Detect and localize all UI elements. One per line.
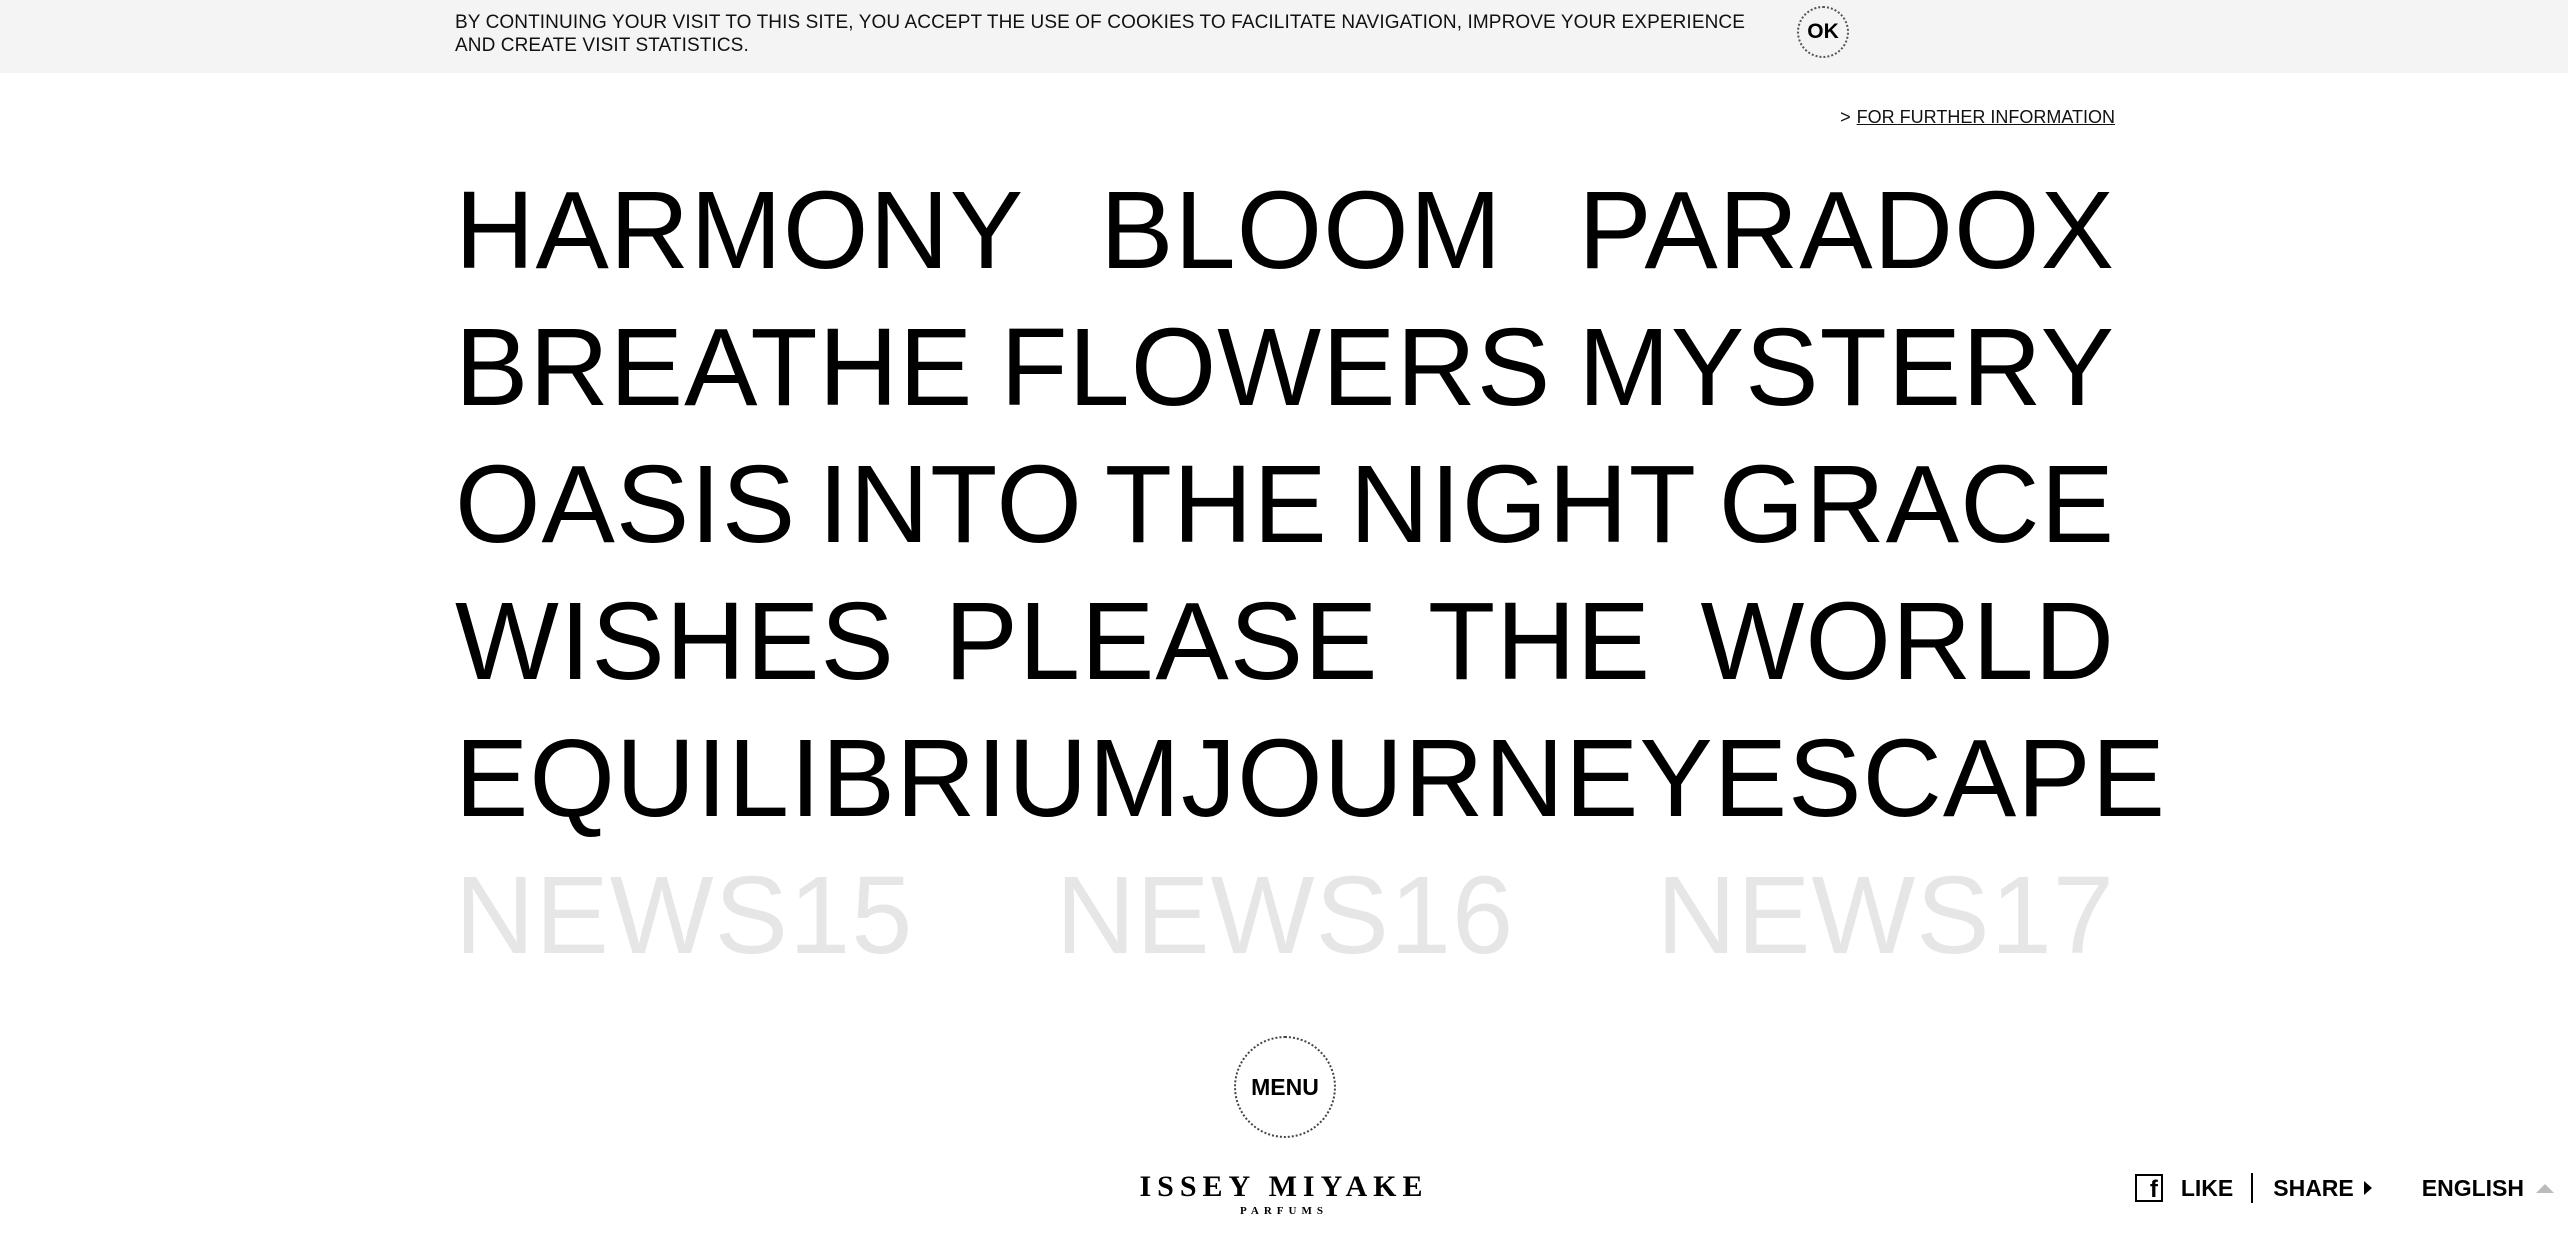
word-bloom[interactable]: BLOOM [1100,175,1502,286]
word-night[interactable]: NIGHT [1350,449,1697,560]
logo-main-text: ISSEY MIYAKE [1139,1170,1429,1203]
cookie-message: BY CONTINUING YOUR VISIT TO THIS SITE, Y… [455,12,1746,56]
word-the[interactable]: THE [1428,586,1651,697]
word-into[interactable]: INTO [818,449,1083,560]
brand-logo[interactable]: ISSEY MIYAKE PARFUMS [1084,1170,1484,1218]
word-mystery[interactable]: MYSTERY [1578,312,2115,423]
language-selector[interactable]: ENGLISH [2422,1175,2554,1202]
word-news17[interactable]: NEWS17 [1657,860,2115,971]
word-paradox[interactable]: PARADOX [1578,175,2115,286]
word-row: OASIS INTO THE NIGHT GRACE [455,436,2115,573]
word-flowers[interactable]: FLOWERS [1000,312,1551,423]
word-grace[interactable]: GRACE [1719,449,2115,560]
footer-social: f LIKE SHARE ENGLISH [2134,1168,2568,1208]
word-breathe[interactable]: BREATHE [455,312,973,423]
logo-sub-text: PARFUMS [1240,1205,1328,1217]
word-oasis[interactable]: OASIS [455,449,796,560]
word-row: WISHES PLEASE THE WORLD [455,573,2115,710]
word-please[interactable]: PLEASE [944,586,1378,697]
word-journey[interactable]: JOURNEY [1181,723,1714,834]
facebook-glyph: f [2149,1176,2158,1203]
word-row: NEWS15 NEWS16 NEWS17 [455,847,2115,984]
word-escape[interactable]: ESCAPE [1714,723,2166,834]
word-equilibrium[interactable]: EQUILIBRIUM [455,723,1181,834]
word-wishes[interactable]: WISHES [455,586,895,697]
facebook-icon[interactable]: f [2134,1174,2163,1203]
caret-up-icon [2536,1183,2554,1193]
share-arrow-icon [2363,1181,2372,1195]
word-the[interactable]: THE [1105,449,1328,560]
word-row: EQUILIBRIUM JOURNEY ESCAPE [455,710,2165,847]
language-label: ENGLISH [2421,1174,2524,1201]
divider [2251,1173,2254,1203]
share-button[interactable]: SHARE [2273,1175,2372,1202]
word-news15[interactable]: NEWS15 [455,860,913,971]
word-row: HARMONY BLOOM PARADOX [455,162,2115,299]
further-info: > FOR FURTHER INFORMATION [1840,107,2115,128]
word-row: BREATHE FLOWERS MYSTERY [455,299,2115,436]
further-info-prefix: > [1840,107,1851,127]
menu-button[interactable]: MENU [1234,1036,1336,1138]
word-harmony[interactable]: HARMONY [455,175,1024,286]
word-world[interactable]: WORLD [1701,586,2115,697]
fragrance-word-grid: HARMONY BLOOM PARADOX BREATHE FLOWERS MY… [455,162,2165,984]
share-label: SHARE [2273,1174,2354,1201]
further-info-link[interactable]: FOR FURTHER INFORMATION [1857,107,2115,127]
word-news16[interactable]: NEWS16 [1056,860,1514,971]
like-button[interactable]: LIKE [2181,1175,2233,1202]
cookie-ok-button[interactable]: OK [1797,6,1849,58]
cookie-bar: BY CONTINUING YOUR VISIT TO THIS SITE, Y… [0,0,2568,73]
